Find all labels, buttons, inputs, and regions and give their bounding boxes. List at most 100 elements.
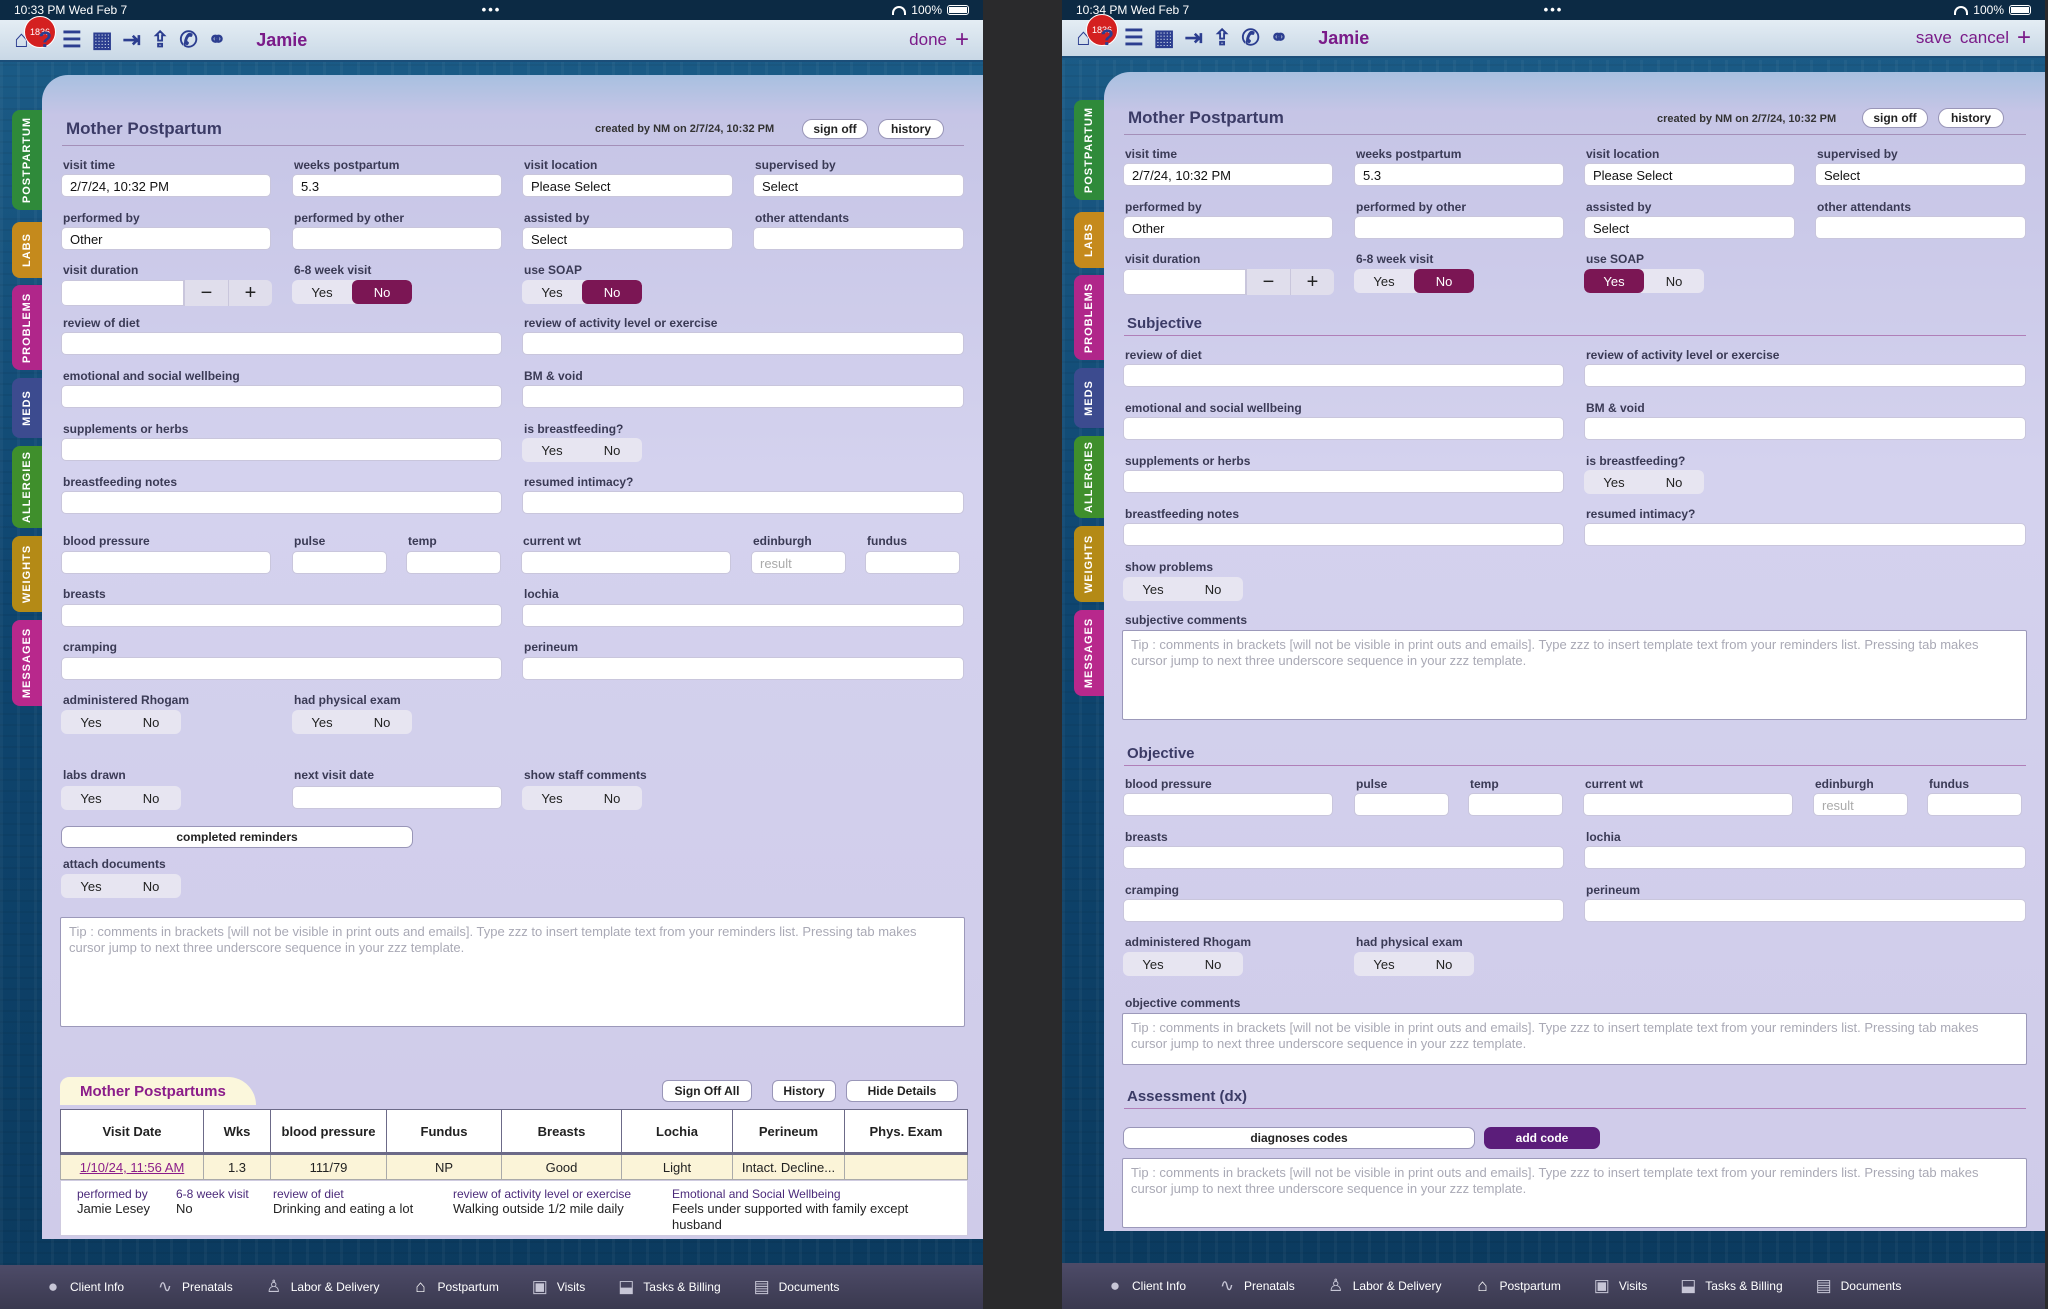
- visit-time-field[interactable]: 2/7/24, 10:32 PM: [1123, 163, 1333, 186]
- nav-client-info[interactable]: ● Client Info: [1104, 1276, 1186, 1296]
- visit-duration-stepper[interactable]: − +: [1123, 269, 1334, 295]
- edinburgh-field[interactable]: result: [751, 551, 846, 574]
- table-row[interactable]: 1/10/24, 11:56 AM 1.3 111/79 NP Good Lig…: [60, 1153, 968, 1180]
- yes-option[interactable]: Yes: [1123, 952, 1183, 976]
- yes-option[interactable]: Yes: [522, 786, 582, 810]
- emotional-field[interactable]: [1123, 417, 1564, 440]
- multitask-dots[interactable]: •••: [482, 2, 502, 17]
- review-diet-field[interactable]: [1123, 364, 1564, 387]
- add-icon[interactable]: +: [955, 26, 969, 54]
- completed-reminders-button[interactable]: completed reminders: [61, 826, 413, 848]
- use-soap-toggle[interactable]: Yes No: [1584, 269, 1704, 293]
- nav-tasks-billing[interactable]: ⬓ Tasks & Billing: [615, 1277, 720, 1297]
- bm-void-field[interactable]: [522, 385, 964, 408]
- no-option[interactable]: No: [121, 874, 181, 898]
- breasts-field[interactable]: [1123, 846, 1564, 869]
- cramping-field[interactable]: [1123, 899, 1564, 922]
- intimacy-field[interactable]: [522, 491, 964, 514]
- visit-location-select[interactable]: Please Select: [522, 174, 733, 197]
- no-option[interactable]: No: [1644, 269, 1704, 293]
- other-attendants-field[interactable]: [1815, 216, 2026, 239]
- six-eight-week-toggle[interactable]: Yes No: [1354, 269, 1474, 293]
- cramping-field[interactable]: [61, 657, 502, 680]
- sign-off-all-button[interactable]: Sign Off All: [662, 1080, 752, 1102]
- breasts-field[interactable]: [61, 604, 502, 627]
- no-option[interactable]: No: [582, 280, 642, 304]
- home-icon[interactable]: ⌂ 1836: [1076, 14, 1118, 50]
- assisted-by-select[interactable]: Select: [522, 227, 733, 250]
- add-icon[interactable]: +: [2017, 24, 2031, 52]
- rhogam-toggle[interactable]: Yes No: [1123, 952, 1243, 976]
- multitask-dots[interactable]: •••: [1544, 2, 1564, 17]
- nav-prenatals[interactable]: ∿ Prenatals: [154, 1277, 233, 1297]
- comments-textarea[interactable]: Tip : comments in brackets [will not be …: [60, 917, 965, 1027]
- review-activity-field[interactable]: [1584, 364, 2026, 387]
- add-code-button[interactable]: add code: [1484, 1127, 1600, 1149]
- supplements-field[interactable]: [1123, 470, 1564, 493]
- nav-labor-delivery[interactable]: ♙ Labor & Delivery: [263, 1277, 379, 1297]
- breastfeeding-toggle[interactable]: Yes No: [522, 438, 642, 462]
- history-table-button[interactable]: History: [772, 1080, 836, 1102]
- perineum-field[interactable]: [522, 657, 964, 680]
- pulse-field[interactable]: [292, 551, 387, 574]
- history-button[interactable]: history: [878, 119, 944, 139]
- yes-option[interactable]: Yes: [1354, 269, 1414, 293]
- diagnoses-codes-button[interactable]: diagnoses codes: [1123, 1127, 1475, 1149]
- rhogam-toggle[interactable]: Yes No: [61, 710, 181, 734]
- phone-icon[interactable]: ✆: [1241, 27, 1259, 49]
- pulse-field[interactable]: [1354, 793, 1449, 816]
- assisted-by-select[interactable]: Select: [1584, 216, 1795, 239]
- yes-option[interactable]: Yes: [1123, 577, 1183, 601]
- visit-location-select[interactable]: Please Select: [1584, 163, 1795, 186]
- performed-by-select[interactable]: Other: [61, 227, 271, 250]
- yes-option[interactable]: Yes: [522, 438, 582, 462]
- bp-field[interactable]: [1123, 793, 1333, 816]
- yes-option[interactable]: Yes: [61, 710, 121, 734]
- increment-button[interactable]: +: [1290, 269, 1334, 295]
- nav-prenatals[interactable]: ∿ Prenatals: [1216, 1276, 1295, 1296]
- no-option[interactable]: No: [582, 438, 642, 462]
- lochia-field[interactable]: [1584, 846, 2026, 869]
- save-button[interactable]: save: [1916, 28, 1952, 48]
- current-wt-field[interactable]: [521, 551, 731, 574]
- temp-field[interactable]: [406, 551, 501, 574]
- temp-field[interactable]: [1468, 793, 1563, 816]
- attach-documents-toggle[interactable]: Yes No: [61, 874, 181, 898]
- yes-option[interactable]: Yes: [522, 280, 582, 304]
- lochia-field[interactable]: [522, 604, 964, 627]
- fundus-field[interactable]: [865, 551, 960, 574]
- share-icon[interactable]: ⇪: [151, 29, 169, 51]
- home-icon[interactable]: ⌂ 1836: [14, 16, 56, 52]
- staff-comments-toggle[interactable]: Yes No: [522, 786, 642, 810]
- breastfeeding-notes-field[interactable]: [61, 491, 502, 514]
- nav-tasks-billing[interactable]: ⬓ Tasks & Billing: [1677, 1276, 1782, 1296]
- supervised-by-select[interactable]: Select: [1815, 163, 2026, 186]
- assessment-comments-textarea[interactable]: Tip : comments in brackets [will not be …: [1122, 1158, 2027, 1228]
- no-option[interactable]: No: [1414, 952, 1474, 976]
- emotional-field[interactable]: [61, 385, 502, 408]
- help-icon[interactable]: ?: [39, 29, 52, 51]
- performed-by-select[interactable]: Other: [1123, 216, 1333, 239]
- no-option[interactable]: No: [1414, 269, 1474, 293]
- review-activity-field[interactable]: [522, 332, 964, 355]
- visit-duration-value[interactable]: [61, 280, 184, 306]
- other-attendants-field[interactable]: [753, 227, 964, 250]
- current-wt-field[interactable]: [1583, 793, 1793, 816]
- weeks-postpartum-field[interactable]: 5.3: [1354, 163, 1564, 186]
- no-option[interactable]: No: [1183, 952, 1243, 976]
- calendar-icon[interactable]: ▦: [92, 29, 113, 51]
- no-option[interactable]: No: [121, 786, 181, 810]
- yes-option[interactable]: Yes: [1354, 952, 1414, 976]
- weeks-postpartum-field[interactable]: 5.3: [292, 174, 502, 197]
- sign-off-button[interactable]: sign off: [1862, 108, 1928, 128]
- export-icon[interactable]: ⇥: [122, 29, 140, 51]
- edinburgh-field[interactable]: result: [1813, 793, 1908, 816]
- bp-field[interactable]: [61, 551, 271, 574]
- bm-void-field[interactable]: [1584, 417, 2026, 440]
- link-icon[interactable]: ⚭: [1270, 27, 1288, 49]
- physical-exam-toggle[interactable]: Yes No: [292, 710, 412, 734]
- decrement-button[interactable]: −: [1246, 269, 1290, 295]
- nav-documents[interactable]: ▤ Documents: [751, 1277, 840, 1297]
- no-option[interactable]: No: [1644, 470, 1704, 494]
- share-icon[interactable]: ⇪: [1213, 27, 1231, 49]
